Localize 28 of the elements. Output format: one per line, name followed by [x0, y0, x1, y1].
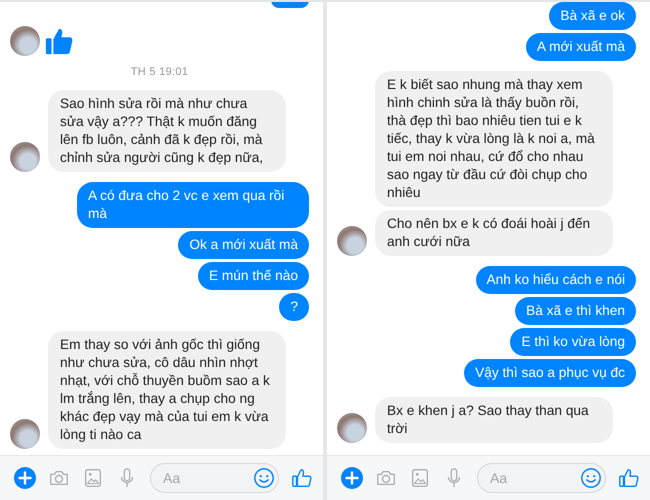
- smiley-icon[interactable]: [580, 467, 602, 489]
- message-bubble: Vậy thì sao a phục vụ đc: [464, 359, 636, 387]
- message-bubble: Bà xã e thì khen: [515, 297, 636, 325]
- message-bubble: Bà xã e ok: [549, 2, 636, 30]
- plus-icon[interactable]: [341, 467, 363, 489]
- thumbs-up-icon[interactable]: [291, 467, 313, 489]
- plus-icon[interactable]: [14, 467, 36, 489]
- timestamp: TH 5 19:01: [130, 66, 190, 78]
- thumbs-up-icon[interactable]: [618, 467, 640, 489]
- image-icon[interactable]: [82, 467, 104, 489]
- message-field[interactable]: Aa: [150, 463, 279, 493]
- image-icon[interactable]: [409, 467, 431, 489]
- message-bubble: Ok a mới xuất mà: [178, 231, 309, 259]
- message-field[interactable]: Aa: [477, 463, 606, 493]
- message-bubble: [271, 2, 309, 8]
- message-bubble: A mới xuất mà: [526, 33, 636, 61]
- smiley-icon[interactable]: [253, 467, 275, 489]
- message-bubble: E mún thế nào: [198, 262, 309, 290]
- message-bubble: Bx e khen j a? Sao thay than qua trời: [375, 397, 613, 443]
- message-bubble: ?: [279, 293, 309, 321]
- message-bubble: E k biết sao nhung mà thay xem hình chinh sửa là thấy buồn rồi, thà đẹp thì bao nhiêu tien tui e k tiếc, thay k vừa lòng là k noi a, mà tui em noi nhau, cứ đổ cho nhau sao ngay từ đầu cứ đòi chụp cho nhiêu: [375, 71, 613, 207]
- message-bubble: Anh ko hiểu cách e nói: [476, 266, 636, 294]
- message-bubble: A có đưa cho 2 vc e xem qua rồi mà: [77, 182, 309, 228]
- message-bubble: Sao hình sửa rồi mà như chưa sửa vậy a??? Thật k muốn đăng lên fb luôn, cảnh đã k đẹp rồi, mà chỉnh sửa người cũng k đẹp nữa,: [48, 90, 286, 172]
- message-bubble: Em thay so với ảnh gốc thì giống như chưa sửa, cô dâu nhìn nhợt nhạt, với chỗ thuyền buồm sao a k lm trắng lên, thay a chụp cho ng khác đẹp vạy mà của tui em k vừa lòng ti nào ca: [48, 331, 286, 449]
- message-bubble: Cho nên bx e k có đoái hoài j đến anh cưới nữa: [375, 210, 613, 256]
- message-bubble: E thì ko vừa lòng: [510, 328, 636, 356]
- thumbs-up-icon: [44, 26, 74, 56]
